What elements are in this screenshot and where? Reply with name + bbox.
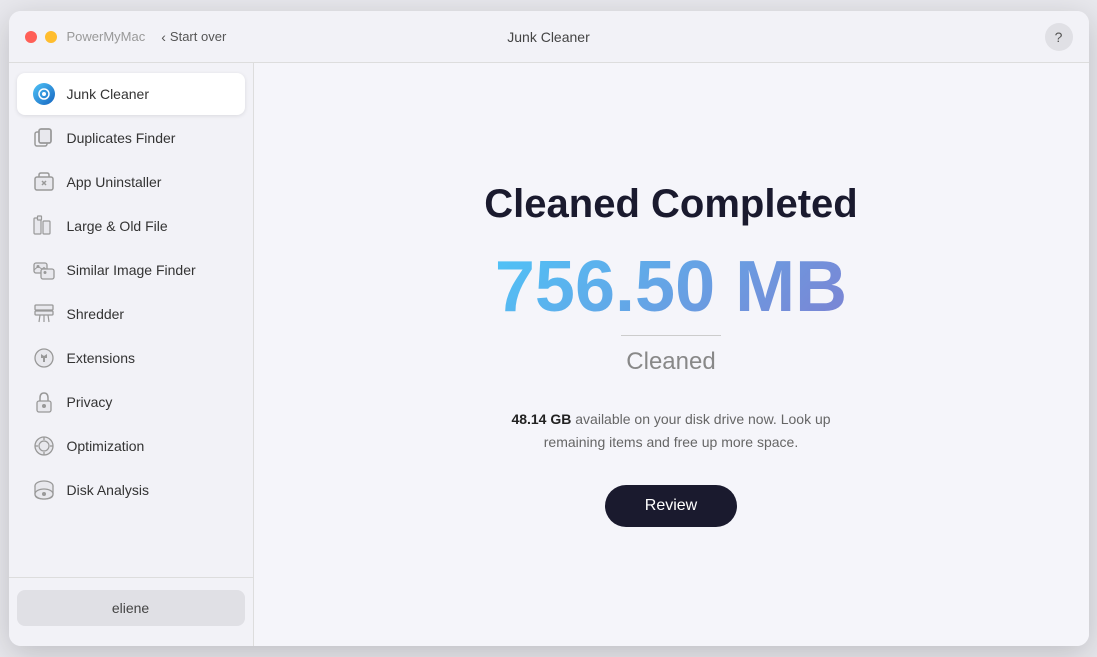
sidebar-extensions-label: Extensions — [67, 350, 135, 366]
traffic-lights — [25, 31, 57, 43]
junk-cleaner-icon — [33, 83, 55, 105]
sidebar-privacy-label: Privacy — [67, 394, 113, 410]
app-name-label: PowerMyMac — [67, 29, 146, 44]
sidebar-duplicates-label: Duplicates Finder — [67, 130, 176, 146]
app-uninstaller-icon — [33, 171, 55, 193]
sidebar-optimization-label: Optimization — [67, 438, 145, 454]
disk-info: 48.14 GB available on your disk drive no… — [491, 408, 851, 453]
help-button[interactable]: ? — [1045, 23, 1073, 51]
disk-analysis-icon — [33, 479, 55, 501]
main-content: Junk Cleaner Duplicates Finder — [9, 63, 1089, 646]
user-profile[interactable]: eliene — [17, 590, 245, 626]
start-over-button[interactable]: ‹ Start over — [161, 29, 226, 45]
title-bar: PowerMyMac ‹ Start over Junk Cleaner ? — [9, 11, 1089, 63]
similar-image-finder-icon — [33, 259, 55, 281]
sidebar-item-privacy[interactable]: Privacy — [17, 381, 245, 423]
extensions-icon — [33, 347, 55, 369]
sidebar-item-large-old-file[interactable]: Large & Old File — [17, 205, 245, 247]
completion-title: Cleaned Completed — [484, 182, 857, 227]
sidebar-disk-analysis-label: Disk Analysis — [67, 482, 149, 498]
sidebar-similar-image-label: Similar Image Finder — [67, 262, 196, 278]
close-button[interactable] — [25, 31, 37, 43]
sidebar-item-optimization[interactable]: Optimization — [17, 425, 245, 467]
large-old-file-icon — [33, 215, 55, 237]
optimization-icon — [33, 435, 55, 457]
divider — [621, 335, 721, 336]
chevron-left-icon: ‹ — [161, 29, 166, 45]
review-button[interactable]: Review — [605, 485, 737, 527]
sidebar-item-app-uninstaller[interactable]: App Uninstaller — [17, 161, 245, 203]
sidebar-shredder-label: Shredder — [67, 306, 125, 322]
sidebar-app-uninstaller-label: App Uninstaller — [67, 174, 162, 190]
sidebar-footer: eliene — [9, 577, 253, 638]
shredder-icon — [33, 303, 55, 325]
disk-info-text: available on your disk drive now. Look u… — [544, 411, 831, 449]
sidebar-nav: Junk Cleaner Duplicates Finder — [9, 71, 253, 577]
cleaned-label: Cleaned — [626, 348, 715, 376]
sidebar-junk-cleaner-label: Junk Cleaner — [67, 86, 150, 102]
sidebar-item-shredder[interactable]: Shredder — [17, 293, 245, 335]
sidebar-large-old-file-label: Large & Old File — [67, 218, 168, 234]
disk-size-bold: 48.14 GB — [511, 411, 571, 427]
sidebar: Junk Cleaner Duplicates Finder — [9, 63, 254, 646]
sidebar-item-similar-image-finder[interactable]: Similar Image Finder — [17, 249, 245, 291]
sidebar-item-duplicates-finder[interactable]: Duplicates Finder — [17, 117, 245, 159]
app-window: PowerMyMac ‹ Start over Junk Cleaner ? — [9, 11, 1089, 646]
privacy-icon — [33, 391, 55, 413]
minimize-button[interactable] — [45, 31, 57, 43]
duplicates-finder-icon — [33, 127, 55, 149]
sidebar-item-disk-analysis[interactable]: Disk Analysis — [17, 469, 245, 511]
cleaned-size: 756.50 MB — [495, 251, 847, 323]
sidebar-item-extensions[interactable]: Extensions — [17, 337, 245, 379]
username-label: eliene — [112, 600, 149, 616]
window-title: Junk Cleaner — [507, 29, 590, 45]
sidebar-item-junk-cleaner[interactable]: Junk Cleaner — [17, 73, 245, 115]
main-area: Cleaned Completed 756.50 MB Cleaned 48.1… — [254, 63, 1089, 646]
